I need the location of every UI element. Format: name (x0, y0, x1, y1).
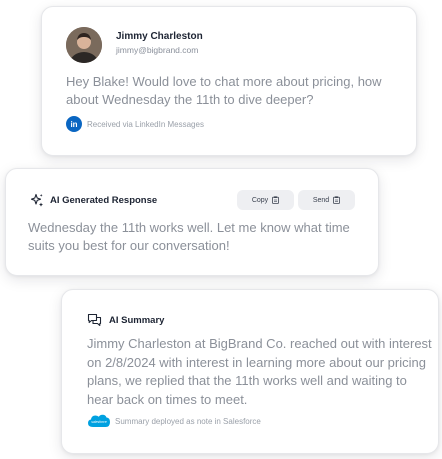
response-title: AI Generated Response (50, 195, 158, 206)
message-card: Jimmy Charleston jimmy@bigbrand.com Hey … (41, 6, 417, 156)
linkedin-icon-glyph: in (70, 119, 78, 129)
message-text: Hey Blake! Would love to chat more about… (66, 74, 382, 107)
linkedin-icon: in (66, 116, 82, 132)
sender-name: Jimmy Charleston (116, 31, 203, 42)
send-button-label: Send (312, 196, 330, 204)
message-source: in Received via LinkedIn Messages (66, 116, 204, 132)
send-button[interactable]: Send (298, 190, 355, 210)
response-text: Wednesday the 11th works well. Let me kn… (28, 220, 350, 253)
summary-source-text: Summary deployed as note in Salesforce (115, 416, 261, 426)
chat-bubbles-icon (87, 313, 102, 327)
summary-source: salesforce Summary deployed as note in S… (87, 413, 261, 429)
message-source-text: Received via LinkedIn Messages (87, 119, 204, 129)
avatar-image (66, 27, 102, 63)
clipboard-icon (272, 196, 280, 204)
summary-title: AI Summary (109, 315, 165, 326)
sparkle-icon (30, 193, 43, 207)
sender-email: jimmy@bigbrand.com (116, 45, 199, 55)
response-card: AI Generated Response Copy Send Wednesda… (5, 168, 379, 276)
clipboard-icon (333, 196, 341, 204)
summary-card: AI Summary Jimmy Charleston at BigBrand … (61, 289, 439, 454)
salesforce-icon: salesforce (88, 414, 110, 427)
summary-text: Jimmy Charleston at BigBrand Co. reached… (87, 336, 432, 407)
copy-button-label: Copy (251, 196, 269, 204)
salesforce-icon-text: salesforce (91, 420, 107, 424)
avatar (66, 27, 102, 63)
copy-button[interactable]: Copy (237, 190, 294, 210)
